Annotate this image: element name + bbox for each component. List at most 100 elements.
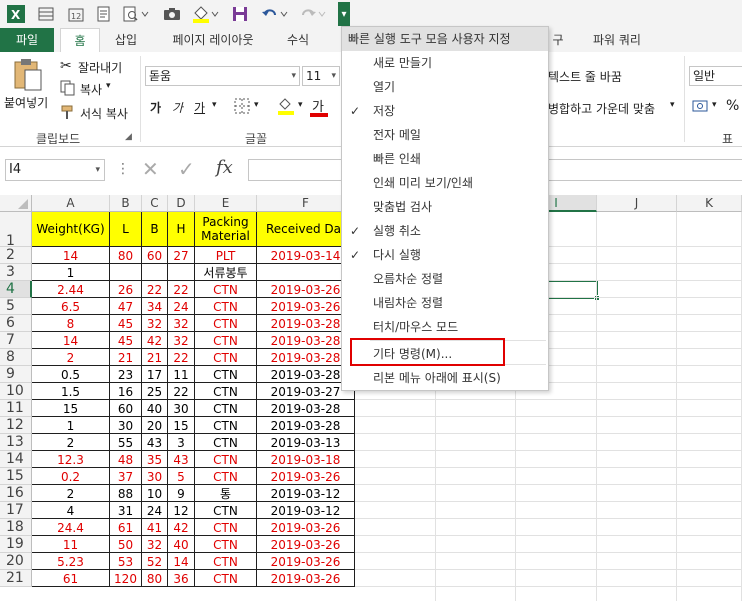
enter-icon[interactable]: ✓: [178, 157, 195, 181]
properties-icon[interactable]: [94, 3, 114, 25]
paste-button[interactable]: 붙여넣기: [4, 58, 52, 118]
table-cell[interactable]: 24: [168, 298, 195, 315]
tab-page-layout[interactable]: 페이지 레이아웃: [160, 28, 266, 52]
table-cell[interactable]: CTN: [195, 332, 257, 349]
table-cell[interactable]: 24.4: [32, 519, 110, 536]
table-cell[interactable]: 5.23: [32, 553, 110, 570]
table-cell[interactable]: 5: [168, 468, 195, 485]
table-cell[interactable]: 2019-03-18: [257, 451, 355, 468]
table-cell[interactable]: 10: [142, 485, 168, 502]
table-cell[interactable]: 52: [142, 553, 168, 570]
table-cell[interactable]: 14: [168, 553, 195, 570]
table-cell[interactable]: CTN: [195, 417, 257, 434]
table-cell[interactable]: CTN: [195, 366, 257, 383]
table-cell[interactable]: 48: [110, 451, 142, 468]
customize-qat-button[interactable]: ▾: [338, 2, 350, 26]
calendar-icon[interactable]: 12: [66, 3, 86, 25]
table-cell[interactable]: 2019-03-28: [257, 400, 355, 417]
name-box[interactable]: I4 ▾: [5, 159, 105, 181]
table-cell[interactable]: 45: [110, 315, 142, 332]
chevron-down-icon[interactable]: ▾: [712, 100, 717, 110]
header-cell[interactable]: B: [142, 212, 168, 247]
table-cell[interactable]: CTN: [195, 451, 257, 468]
table-cell[interactable]: CTN: [195, 400, 257, 417]
table-cell[interactable]: 1: [32, 417, 110, 434]
table-cell[interactable]: 88: [110, 485, 142, 502]
header-cell[interactable]: Weight(KG): [32, 212, 110, 247]
table-cell[interactable]: 2.44: [32, 281, 110, 298]
table-cell[interactable]: [142, 264, 168, 281]
table-cell[interactable]: 0.2: [32, 468, 110, 485]
menu-item[interactable]: 리본 메뉴 아래에 표시(S): [342, 366, 548, 390]
table-cell[interactable]: 21: [110, 349, 142, 366]
table-cell[interactable]: [110, 264, 142, 281]
table-cell[interactable]: 2: [32, 485, 110, 502]
row-header[interactable]: 2: [0, 247, 32, 264]
table-cell[interactable]: 1: [32, 264, 110, 281]
row-header[interactable]: 14: [0, 451, 32, 468]
table-cell[interactable]: 2019-03-12: [257, 485, 355, 502]
table-cell[interactable]: 2019-03-26: [257, 553, 355, 570]
table-cell[interactable]: CTN: [195, 349, 257, 366]
table-cell[interactable]: 27: [168, 247, 195, 264]
insert-function-icon[interactable]: fx: [216, 157, 233, 178]
tab-home[interactable]: 홈: [60, 28, 100, 52]
table-cell[interactable]: 14: [32, 332, 110, 349]
underline-button[interactable]: 가: [194, 99, 205, 116]
table-cell[interactable]: 6.5: [32, 298, 110, 315]
bold-button[interactable]: 가: [150, 99, 161, 116]
table-cell[interactable]: 61: [110, 519, 142, 536]
tab-power-query[interactable]: 파워 쿼리: [582, 28, 652, 52]
column-header[interactable]: D: [168, 195, 195, 212]
table-cell[interactable]: 32: [142, 536, 168, 553]
table-cell[interactable]: 11: [32, 536, 110, 553]
table-cell[interactable]: 53: [110, 553, 142, 570]
table-cell[interactable]: 24: [142, 502, 168, 519]
table-cell[interactable]: CTN: [195, 502, 257, 519]
table-cell[interactable]: CTN: [195, 383, 257, 400]
table-cell[interactable]: CTN: [195, 468, 257, 485]
row-header[interactable]: 4: [0, 281, 32, 298]
select-all-corner[interactable]: [0, 195, 32, 212]
table-cell[interactable]: 80: [110, 247, 142, 264]
table-cell[interactable]: 30: [142, 468, 168, 485]
dialog-launcher-icon[interactable]: ◢: [125, 132, 132, 142]
menu-item[interactable]: 열기: [342, 75, 548, 99]
table-cell[interactable]: 34: [142, 298, 168, 315]
row-header[interactable]: 8: [0, 349, 32, 366]
table-cell[interactable]: 43: [142, 434, 168, 451]
table-cell[interactable]: 80: [142, 570, 168, 587]
row-header[interactable]: 21: [0, 570, 32, 587]
column-header[interactable]: E: [195, 195, 257, 212]
tab-formulas[interactable]: 수식: [276, 28, 320, 52]
table-cell[interactable]: CTN: [195, 434, 257, 451]
table-cell[interactable]: [168, 264, 195, 281]
chevron-down-icon[interactable]: ▾: [298, 100, 303, 110]
camera-icon[interactable]: [162, 3, 182, 25]
column-header[interactable]: C: [142, 195, 168, 212]
undo-icon[interactable]: [260, 3, 290, 25]
border-icon[interactable]: [234, 98, 250, 114]
percent-button[interactable]: %: [726, 98, 739, 114]
table-cell[interactable]: 12.3: [32, 451, 110, 468]
menu-item[interactable]: 전자 메일: [342, 123, 548, 147]
save-icon[interactable]: [230, 3, 250, 25]
table-cell[interactable]: 31: [110, 502, 142, 519]
cut-button[interactable]: ✂ 잘라내기: [58, 58, 138, 76]
table-cell[interactable]: 40: [168, 536, 195, 553]
column-header[interactable]: B: [110, 195, 142, 212]
redo-icon[interactable]: [298, 3, 328, 25]
menu-item[interactable]: 터치/마우스 모드: [342, 315, 548, 339]
wrap-text-button[interactable]: 텍스트 줄 바꿈: [548, 68, 622, 85]
table-cell[interactable]: 42: [168, 519, 195, 536]
menu-item[interactable]: ✓ 다시 실행: [342, 243, 548, 267]
table-cell[interactable]: CTN: [195, 536, 257, 553]
table-cell[interactable]: 2: [32, 434, 110, 451]
menu-item[interactable]: 빠른 인쇄: [342, 147, 548, 171]
table-cell[interactable]: 2019-03-26: [257, 536, 355, 553]
fill-color-icon[interactable]: [190, 3, 220, 25]
table-cell[interactable]: 20: [142, 417, 168, 434]
menu-item[interactable]: 맞춤법 검사: [342, 195, 548, 219]
table-cell[interactable]: 55: [110, 434, 142, 451]
row-header[interactable]: 9: [0, 366, 32, 383]
